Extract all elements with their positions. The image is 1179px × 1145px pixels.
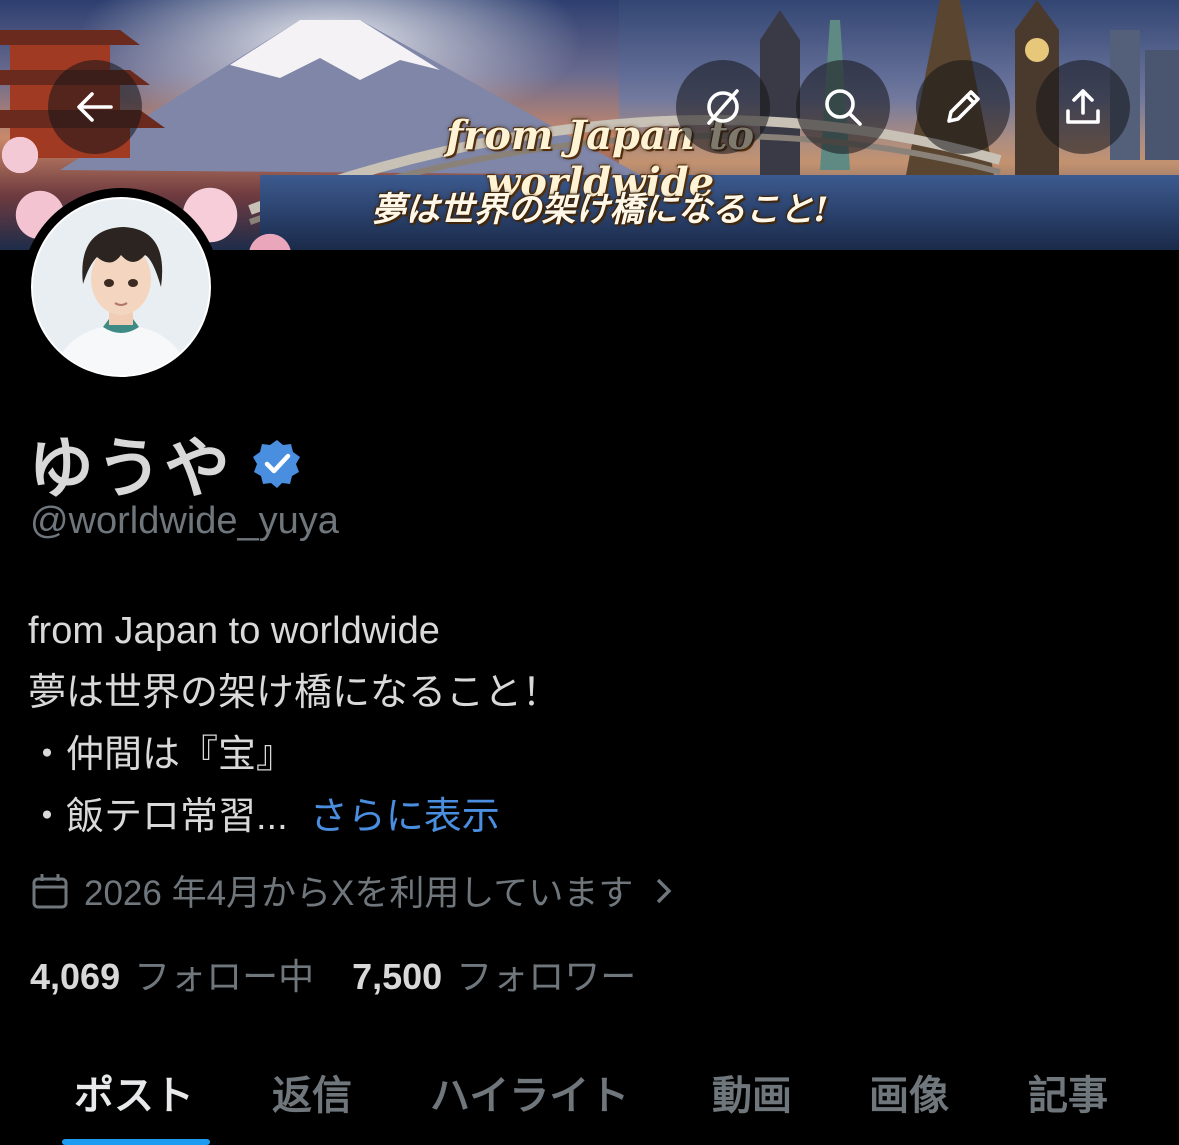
back-arrow-icon: [77, 92, 113, 122]
search-icon: [825, 89, 862, 126]
pencil-icon: [947, 90, 980, 123]
grok-icon: [707, 89, 739, 125]
grok-button[interactable]: [676, 60, 770, 154]
search-button[interactable]: [796, 60, 890, 154]
edit-button[interactable]: [916, 60, 1010, 154]
joined-date-text: 2026 年4月からXを利用しています: [84, 874, 634, 913]
tab-replies[interactable]: 返信: [272, 1063, 352, 1121]
joined-date-row[interactable]: 2026 年4月からXを利用しています: [30, 865, 691, 916]
profile-name: ゆうや: [28, 431, 232, 505]
following-count: 4,069: [30, 956, 121, 997]
tab-videos[interactable]: 動画: [712, 1063, 792, 1121]
following-label: フォロー中: [134, 956, 315, 997]
profile-bio: from Japan to worldwide 夢は世界の架け橋になること！ ・…: [28, 600, 560, 848]
follow-stats: 4,069 フォロー中 7,500 フォロワー: [30, 948, 636, 1000]
bio-line: ・飯テロ常習...: [28, 796, 288, 838]
verified-badge-icon[interactable]: [252, 438, 302, 488]
following-link[interactable]: 4,069 フォロー中: [30, 948, 314, 1000]
followers-link[interactable]: 7,500 フォロワー: [352, 948, 636, 1000]
avatar-image: [31, 197, 211, 377]
tab-images[interactable]: 画像: [869, 1063, 949, 1121]
tab-highlights[interactable]: ハイライト: [430, 1063, 629, 1121]
bio-line-last: ・飯テロ常習... さらに表示: [28, 786, 560, 848]
profile-tabs: ポスト 返信 ハイライト 動画 画像 記事: [0, 1055, 1179, 1143]
calendar-icon: [32, 873, 68, 908]
share-button[interactable]: [1036, 60, 1130, 154]
tab-posts[interactable]: ポスト: [74, 1063, 194, 1121]
bio-line: 夢は世界の架け橋になること！: [28, 672, 561, 714]
profile-handle: @worldwide_yuya: [30, 500, 339, 542]
share-icon: [1066, 89, 1100, 124]
chevron-right-icon: [657, 878, 672, 903]
profile-name-row: ゆうや: [28, 415, 302, 511]
show-more-link[interactable]: さらに表示: [310, 796, 500, 838]
active-tab-indicator: [62, 1139, 210, 1145]
avatar-illustration: [33, 199, 209, 375]
tab-articles[interactable]: 記事: [1028, 1063, 1108, 1121]
back-button[interactable]: [48, 60, 142, 154]
followers-count: 7,500: [352, 956, 443, 997]
bio-line: from Japan to worldwide: [28, 610, 440, 652]
bio-line: ・仲間は『宝』: [28, 734, 295, 776]
avatar[interactable]: [22, 188, 220, 386]
followers-label: フォロワー: [456, 956, 637, 997]
banner-title-jp: 夢は世界の架け橋になること!: [371, 190, 829, 230]
